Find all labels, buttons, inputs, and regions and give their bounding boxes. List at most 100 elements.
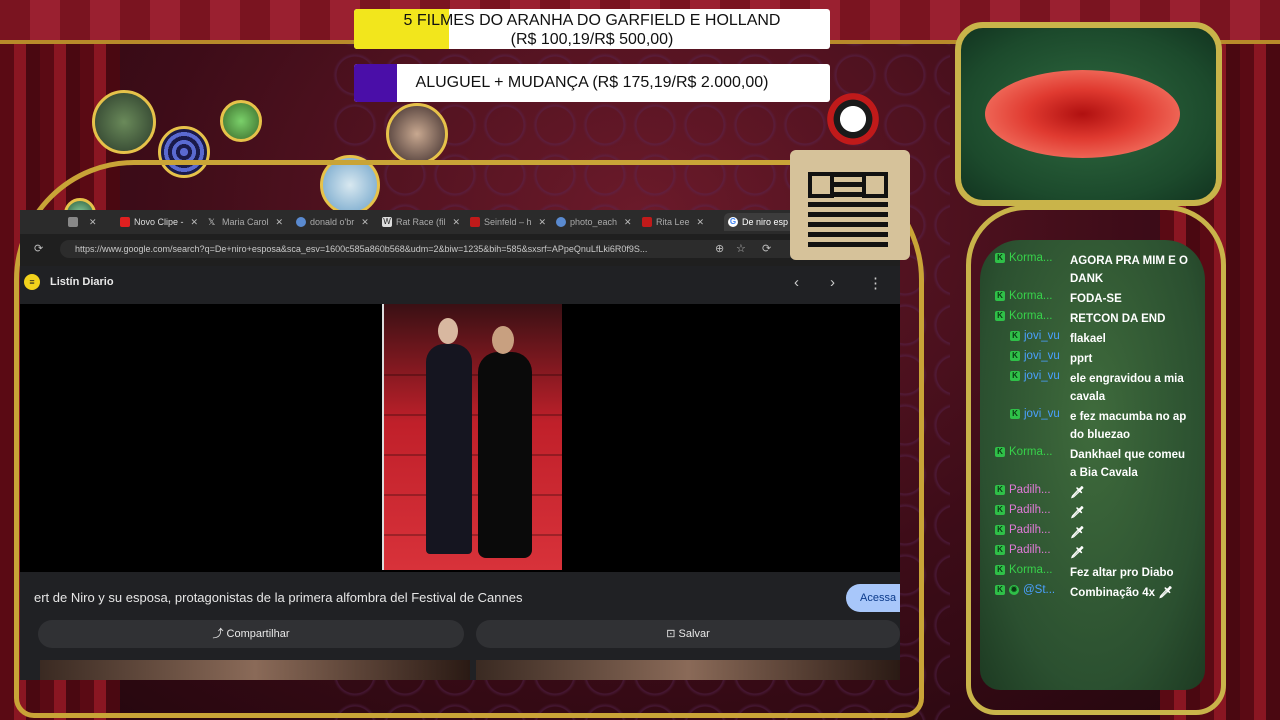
- person-man-head: [438, 318, 458, 344]
- goal-1-amount: (R$ 100,19/R$ 500,00): [510, 31, 674, 48]
- save-button[interactable]: ⊡ Salvar: [476, 620, 900, 648]
- jester-character: [826, 92, 880, 152]
- chrome-icon: [296, 217, 306, 227]
- tab-5[interactable]: Seinfeld – h ✕: [470, 213, 550, 231]
- subscriber-badge-icon: K: [1010, 409, 1020, 419]
- chat-message-text: 🗡: [1070, 507, 1085, 519]
- close-icon[interactable]: ✕: [361, 217, 369, 228]
- chat-username[interactable]: Korma...: [1009, 310, 1052, 322]
- chat-message-text: Combinação 4x 🗡: [1070, 587, 1173, 599]
- qr-code: [808, 172, 888, 247]
- extensions-icon[interactable]: ⟳: [762, 242, 771, 255]
- close-icon[interactable]: ✕: [539, 217, 547, 228]
- chat-username[interactable]: @St...: [1023, 584, 1055, 596]
- reload-icon[interactable]: ⟳: [34, 242, 43, 255]
- tab-1[interactable]: Novo Clipe - ✕: [120, 213, 200, 231]
- x-icon: 𝕏: [208, 217, 216, 227]
- preview-photo[interactable]: [382, 304, 562, 570]
- stair-line: [384, 374, 562, 376]
- chat-username[interactable]: Padilh...: [1009, 484, 1051, 496]
- close-icon[interactable]: ✕: [89, 217, 97, 228]
- share-button[interactable]: ⤴ Compartilhar: [38, 620, 464, 648]
- tab-label: Maria Carol: [222, 217, 269, 227]
- tab-3[interactable]: donald o'br ✕: [296, 213, 378, 231]
- chat-username[interactable]: jovi_vu: [1024, 370, 1060, 382]
- zoom-icon[interactable]: ⊕: [715, 242, 724, 255]
- chat-username[interactable]: Korma...: [1009, 252, 1052, 264]
- subscriber-badge-icon: K: [995, 585, 1005, 595]
- chat-message-text: FODA-SE: [1070, 293, 1122, 305]
- subscriber-badge-icon: K: [995, 525, 1005, 535]
- chrome-icon: [556, 217, 566, 227]
- subscriber-badge-icon: K: [995, 447, 1005, 457]
- chat-message-text: ele engravidou a mia cavala: [1070, 373, 1184, 403]
- goal-1-title: 5 FILMES DO ARANHA DO GARFIELD E HOLLAND: [403, 12, 781, 29]
- wikipedia-icon: W: [382, 217, 392, 227]
- person-woman-head: [492, 326, 514, 354]
- subscriber-badge-icon: K: [995, 291, 1005, 301]
- goal-2-title: ALUGUEL + MUDANÇA (R$ 175,19/R$ 2.000,00…: [415, 74, 769, 91]
- tab-2[interactable]: 𝕏 Maria Carol ✕: [208, 213, 288, 231]
- image-viewer[interactable]: [20, 304, 900, 572]
- subscriber-badge-icon: K: [995, 565, 1005, 575]
- previous-icon[interactable]: ‹: [794, 274, 799, 291]
- share-label: Compartilhar: [226, 628, 290, 640]
- tab-label: Rita Lee: [656, 217, 690, 227]
- chat-message-text: Dankhael que comeu a Bia Cavala: [1070, 449, 1186, 479]
- red-icon: [470, 217, 480, 227]
- youtube-icon: [120, 217, 130, 227]
- address-bar-row: ⟳ https://www.google.com/search?q=De+nir…: [20, 236, 900, 262]
- close-icon[interactable]: ✕: [191, 217, 199, 228]
- close-icon[interactable]: ✕: [276, 217, 284, 228]
- tab-label: Seinfeld – h: [484, 217, 532, 227]
- image-preview-panel: ≡ Listín Diario ‹ › ⋮ ert de Niro y su e…: [20, 266, 900, 680]
- google-icon: G: [728, 217, 738, 227]
- donation-goal-1: 5 FILMES DO ARANHA DO GARFIELD E HOLLAND…: [354, 9, 830, 49]
- close-icon[interactable]: ✕: [624, 217, 632, 228]
- tab-label: Novo Clipe -: [134, 217, 184, 227]
- red-icon: [642, 217, 652, 227]
- person-woman: [478, 352, 532, 558]
- tab-4[interactable]: W Rat Race (fil ✕: [382, 213, 462, 231]
- chat-username[interactable]: Padilh...: [1009, 544, 1051, 556]
- stair-line: [384, 414, 562, 416]
- chat-username[interactable]: Padilh...: [1009, 524, 1051, 536]
- donation-goal-2: ALUGUEL + MUDANÇA (R$ 175,19/R$ 2.000,00…: [354, 64, 830, 102]
- chat-message-text: e fez macumba no ap do bluezao: [1070, 411, 1187, 441]
- chat-message-text: pprt: [1070, 353, 1093, 365]
- chat-username[interactable]: Korma...: [1009, 290, 1052, 302]
- subscriber-badge-icon: K: [1010, 331, 1020, 341]
- more-options-icon[interactable]: ⋮: [868, 274, 883, 292]
- related-images-row: [20, 660, 900, 680]
- tab-7[interactable]: Rita Lee ✕: [642, 213, 718, 231]
- chat-message-text: 🗡: [1070, 527, 1085, 539]
- chat-username[interactable]: jovi_vu: [1024, 330, 1060, 342]
- tab-label: De niro esp: [742, 217, 789, 227]
- close-icon[interactable]: ✕: [697, 217, 705, 228]
- next-icon[interactable]: ›: [830, 274, 835, 291]
- related-image[interactable]: [476, 660, 900, 680]
- chat-username[interactable]: jovi_vu: [1024, 408, 1060, 420]
- image-caption[interactable]: ert de Niro y su esposa, protagonistas d…: [34, 590, 522, 605]
- avatar-ornament-3: [220, 100, 262, 142]
- subscriber-badge-icon: K: [1010, 351, 1020, 361]
- source-name[interactable]: Listín Diario: [50, 276, 114, 288]
- related-image[interactable]: [40, 660, 470, 680]
- tab-6[interactable]: photo_each ✕: [556, 213, 638, 231]
- address-bar[interactable]: https://www.google.com/search?q=De+niro+…: [60, 240, 800, 258]
- chat-username[interactable]: Korma...: [1009, 446, 1052, 458]
- chat-username[interactable]: Korma...: [1009, 564, 1052, 576]
- star-icon[interactable]: ☆: [736, 242, 746, 255]
- chat-message-text: flakael: [1070, 333, 1106, 345]
- chat-message-text: 🗡: [1070, 487, 1085, 499]
- browser-window: ✕ Novo Clipe - ✕ 𝕏 Maria Carol ✕ donald o'…: [20, 210, 900, 680]
- chat-username[interactable]: Padilh...: [1009, 504, 1051, 516]
- qr-code-sign: [790, 150, 910, 260]
- stair-line: [384, 454, 562, 456]
- access-button[interactable]: Acessa: [846, 584, 900, 612]
- gift-badge-icon: ✹: [1009, 585, 1019, 595]
- close-icon[interactable]: ✕: [453, 217, 461, 228]
- chat-username[interactable]: jovi_vu: [1024, 350, 1060, 362]
- tab-0[interactable]: ✕: [68, 213, 112, 231]
- url-text[interactable]: https://www.google.com/search?q=De+niro+…: [75, 244, 647, 254]
